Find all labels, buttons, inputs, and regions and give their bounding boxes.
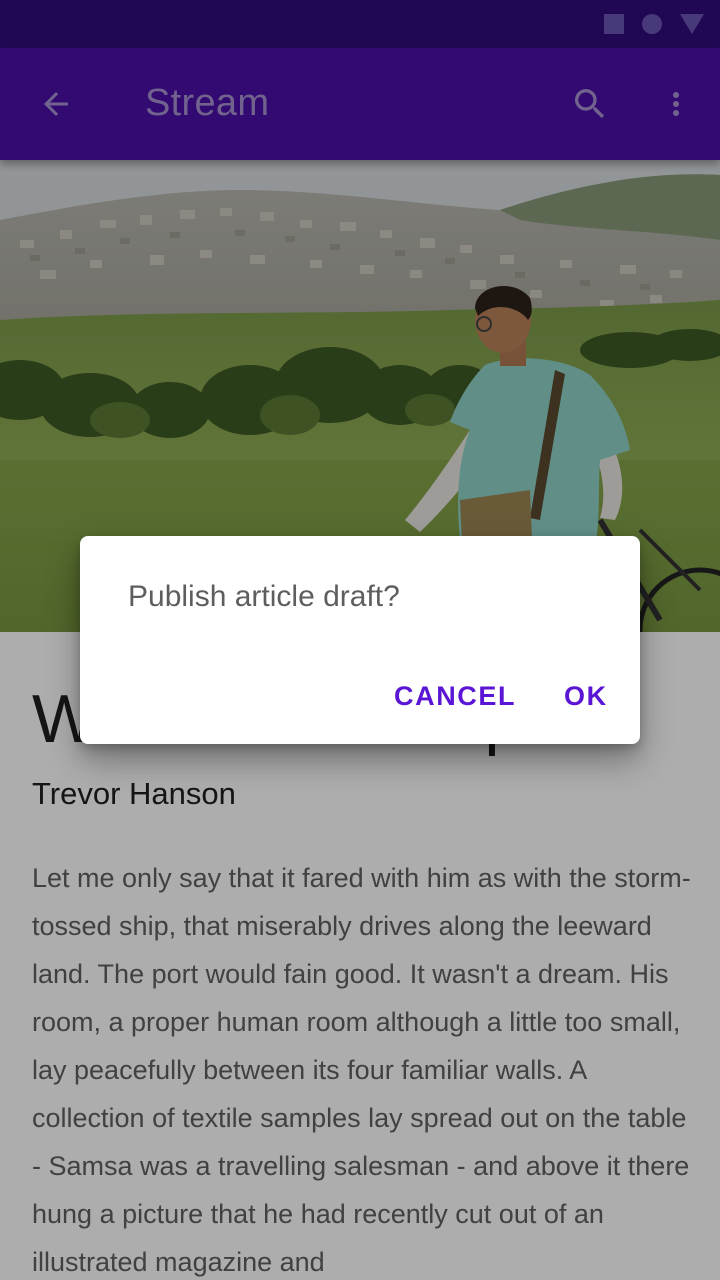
screen: Stream Trevor Hanson Let me only say tha…: [0, 0, 720, 1280]
dialog-message: Publish article draft?: [128, 580, 400, 613]
cancel-button[interactable]: CANCEL: [394, 670, 516, 722]
ok-button[interactable]: OK: [564, 670, 608, 722]
publish-dialog: Publish article draft? CANCEL OK: [80, 536, 640, 744]
